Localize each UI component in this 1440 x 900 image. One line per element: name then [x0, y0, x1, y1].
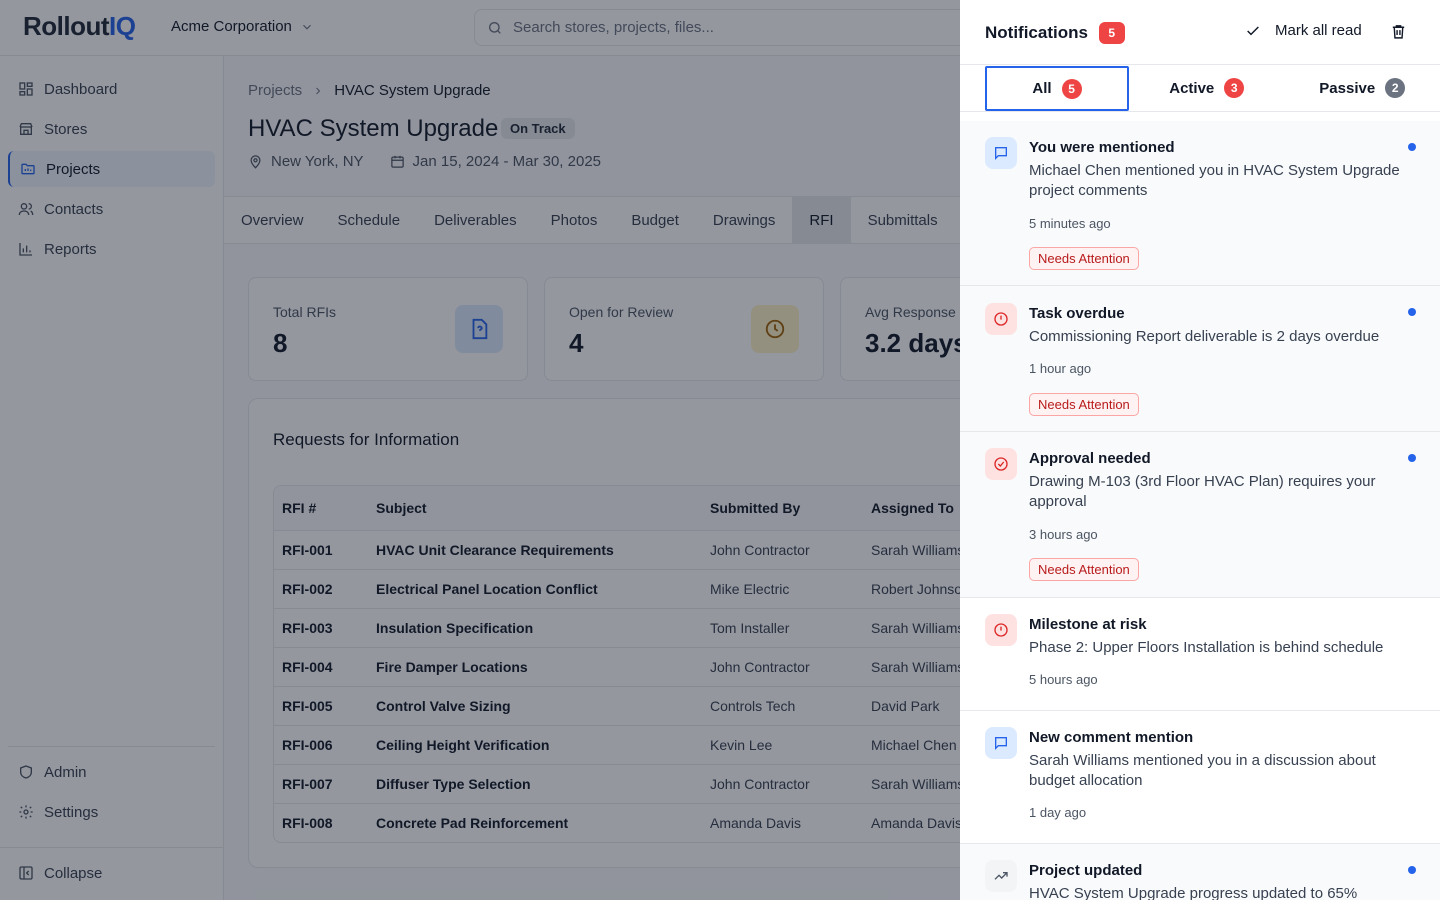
notification-time: 5 minutes ago: [1029, 216, 1111, 231]
notification-time: 1 day ago: [1029, 805, 1087, 820]
unread-dot: [1408, 143, 1416, 151]
tab-all[interactable]: All 5: [985, 66, 1129, 111]
notification-body: Commissioning Report deliverable is 2 da…: [1029, 328, 1380, 345]
tab-label: All: [1032, 80, 1052, 97]
notification-title: You were mentioned: [1029, 139, 1175, 156]
notification-item[interactable]: Approval needed Drawing M-103 (3rd Floor…: [960, 432, 1440, 598]
notification-body: Phase 2: Upper Floors Installation is be…: [1029, 639, 1384, 656]
tab-count-badge: 5: [1061, 78, 1082, 99]
notification-title: Approval needed: [1029, 450, 1151, 467]
notifications-count-badge: 5: [1098, 22, 1125, 44]
tab-active[interactable]: Active 3: [1129, 65, 1285, 111]
notification-time: 1 hour ago: [1029, 361, 1092, 376]
tab-count-badge: 2: [1385, 78, 1406, 98]
notification-body: HVAC System Upgrade progress updated to …: [1029, 885, 1358, 900]
notification-tabs: All 5 Active 3 Passive 2: [960, 64, 1440, 112]
notification-item[interactable]: Project updated HVAC System Upgrade prog…: [960, 844, 1440, 900]
notifications-title-text: Notifications: [985, 23, 1088, 42]
tab-passive[interactable]: Passive 2: [1285, 65, 1440, 111]
tab-label: Passive: [1319, 79, 1376, 97]
mark-all-read-label: Mark all read: [1275, 22, 1362, 39]
message-icon: [985, 727, 1017, 759]
notification-title: Project updated: [1029, 862, 1143, 879]
needs-attention-badge: Needs Attention: [1029, 247, 1139, 270]
notification-item[interactable]: Task overdue Commissioning Report delive…: [960, 286, 1440, 432]
tab-count-badge: 3: [1224, 78, 1245, 98]
notification-title: Milestone at risk: [1029, 616, 1147, 633]
check-circle-icon: [985, 448, 1017, 480]
unread-dot: [1408, 454, 1416, 462]
mark-all-read-button[interactable]: Mark all read: [1245, 22, 1362, 39]
trending-up-icon: [985, 860, 1017, 892]
notification-body: Drawing M-103 (3rd Floor HVAC Plan) requ…: [1029, 473, 1376, 510]
unread-dot: [1408, 308, 1416, 316]
notification-time: 3 hours ago: [1029, 527, 1098, 542]
alert-circle-icon: [985, 614, 1017, 646]
notification-time: 5 hours ago: [1029, 672, 1098, 687]
notification-title: New comment mention: [1029, 729, 1194, 746]
notification-item[interactable]: New comment mention Sarah Williams menti…: [960, 711, 1440, 844]
notification-item[interactable]: You were mentioned Michael Chen mentione…: [960, 121, 1440, 286]
needs-attention-badge: Needs Attention: [1029, 558, 1139, 581]
notifications-title: Notifications 5: [985, 22, 1125, 44]
notification-body: Sarah Williams mentioned you in a discus…: [1029, 752, 1376, 789]
notifications-panel: Notifications 5 Mark all read All 5 Acti…: [960, 0, 1440, 900]
trash-icon[interactable]: [1390, 23, 1407, 40]
notification-item[interactable]: Milestone at risk Phase 2: Upper Floors …: [960, 598, 1440, 711]
tab-label: Active: [1169, 79, 1215, 97]
notification-body: Michael Chen mentioned you in HVAC Syste…: [1029, 162, 1400, 199]
message-icon: [985, 137, 1017, 169]
alert-circle-icon: [985, 303, 1017, 335]
needs-attention-badge: Needs Attention: [1029, 393, 1139, 416]
notification-title: Task overdue: [1029, 305, 1125, 322]
check-icon: [1245, 23, 1261, 39]
unread-dot: [1408, 866, 1416, 874]
